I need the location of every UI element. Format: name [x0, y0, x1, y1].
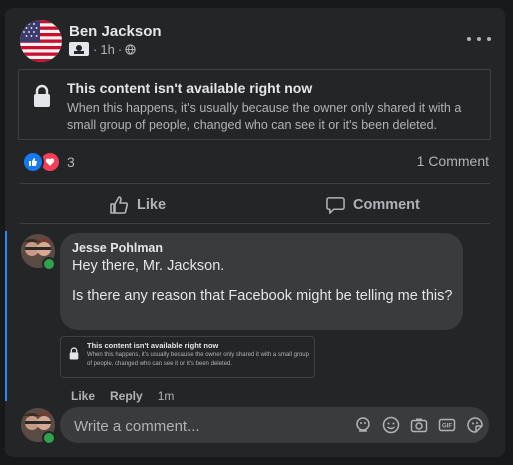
- comment-button-label: Comment: [353, 197, 420, 213]
- unavailable-content-box: This content isn't available right now W…: [18, 69, 491, 140]
- like-button[interactable]: Like: [109, 193, 166, 217]
- comment-button[interactable]: Comment: [326, 193, 420, 217]
- online-status-dot: [42, 431, 56, 445]
- comment-time[interactable]: 1m: [158, 389, 175, 403]
- comment-count-link[interactable]: 1 Comment: [417, 153, 489, 169]
- comment-bubble-icon: [326, 196, 345, 214]
- post-card: Ben Jackson · 1h · This content isn't av…: [5, 8, 505, 457]
- reaction-count: 3: [67, 154, 75, 170]
- post-time[interactable]: 1h: [100, 42, 114, 57]
- us-flag-avatar-icon: [20, 20, 62, 62]
- comment-composer: GIF: [60, 407, 489, 445]
- more-icon: [467, 37, 471, 41]
- comment-attachment-unavailable: This content isn't available right now W…: [60, 336, 315, 378]
- comment-bubble: Jesse Pohlman Hey there, Mr. Jackson. Is…: [60, 233, 463, 330]
- comment-input[interactable]: [72, 407, 346, 445]
- attachment-description: When this happens, it's usually because …: [87, 352, 309, 367]
- unavailable-title: This content isn't available right now: [67, 80, 313, 96]
- more-options-button[interactable]: [467, 32, 491, 46]
- globe-icon: [125, 43, 136, 55]
- meta-separator: ·: [93, 41, 98, 57]
- gif-icon[interactable]: GIF: [438, 416, 456, 434]
- post-meta: · 1h ·: [69, 41, 136, 57]
- lock-icon: [69, 347, 79, 360]
- unavailable-description: When this happens, it's usually because …: [67, 101, 462, 132]
- emoji-icon[interactable]: [382, 416, 400, 434]
- like-reaction-icon: [22, 151, 44, 173]
- avatar-sticker-icon[interactable]: [354, 416, 372, 434]
- meta-separator-2: ·: [117, 41, 123, 57]
- comment-author[interactable]: Jesse Pohlman: [72, 241, 163, 255]
- like-button-label: Like: [137, 197, 167, 213]
- bitmoji-badge-icon: [69, 42, 89, 56]
- svg-text:GIF: GIF: [442, 424, 452, 430]
- sticker-icon[interactable]: [466, 416, 484, 434]
- thumbs-up-icon: [110, 196, 129, 214]
- author-name[interactable]: Ben Jackson: [69, 23, 162, 40]
- comment-actions: Like Reply 1m: [71, 388, 174, 404]
- attachment-title: This content isn't available right now: [87, 341, 219, 350]
- comment-text-line-2: Is there any reason that Facebook might …: [72, 288, 453, 304]
- comment-like-button[interactable]: Like: [71, 389, 95, 403]
- comment-thread-indicator: [5, 231, 7, 401]
- online-status-dot: [42, 257, 56, 271]
- divider: [20, 223, 490, 224]
- divider: [20, 183, 490, 184]
- camera-icon[interactable]: [410, 416, 428, 434]
- comment-text-line-1: Hey there, Mr. Jackson.: [72, 258, 225, 274]
- reaction-summary[interactable]: 3: [22, 151, 75, 173]
- lock-icon: [34, 84, 50, 107]
- author-avatar[interactable]: [20, 20, 62, 62]
- comment-reply-button[interactable]: Reply: [110, 389, 143, 403]
